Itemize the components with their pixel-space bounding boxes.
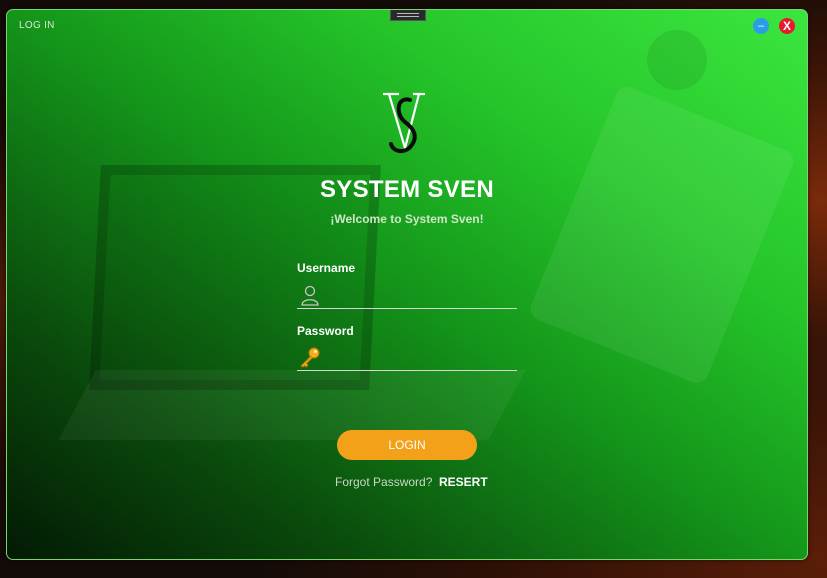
login-button[interactable]: LOGIN xyxy=(337,430,477,460)
username-input[interactable] xyxy=(323,284,517,308)
username-label: Username xyxy=(297,261,356,275)
forgot-password-text: Forgot Password? xyxy=(335,475,433,489)
reset-link[interactable]: RESERT xyxy=(439,475,488,489)
password-label: Password xyxy=(297,324,354,338)
close-button[interactable]: X xyxy=(779,18,795,34)
password-field[interactable] xyxy=(297,344,517,371)
background-lamp xyxy=(647,30,707,90)
login-window: LOG IN – X SYSTEM SVEN ¡Welcome to Syste… xyxy=(6,9,808,560)
key-icon xyxy=(300,347,320,368)
app-title: SYSTEM SVEN xyxy=(319,176,494,203)
window-title: LOG IN xyxy=(19,20,55,31)
user-icon xyxy=(301,285,319,306)
background-tablet xyxy=(527,83,797,387)
minimize-button[interactable]: – xyxy=(753,18,769,34)
drag-handle[interactable] xyxy=(390,10,426,21)
password-input[interactable] xyxy=(323,346,517,370)
welcome-message: ¡Welcome to System Sven! xyxy=(330,212,484,226)
vs-monogram-logo xyxy=(383,92,425,153)
username-field[interactable] xyxy=(297,282,517,309)
